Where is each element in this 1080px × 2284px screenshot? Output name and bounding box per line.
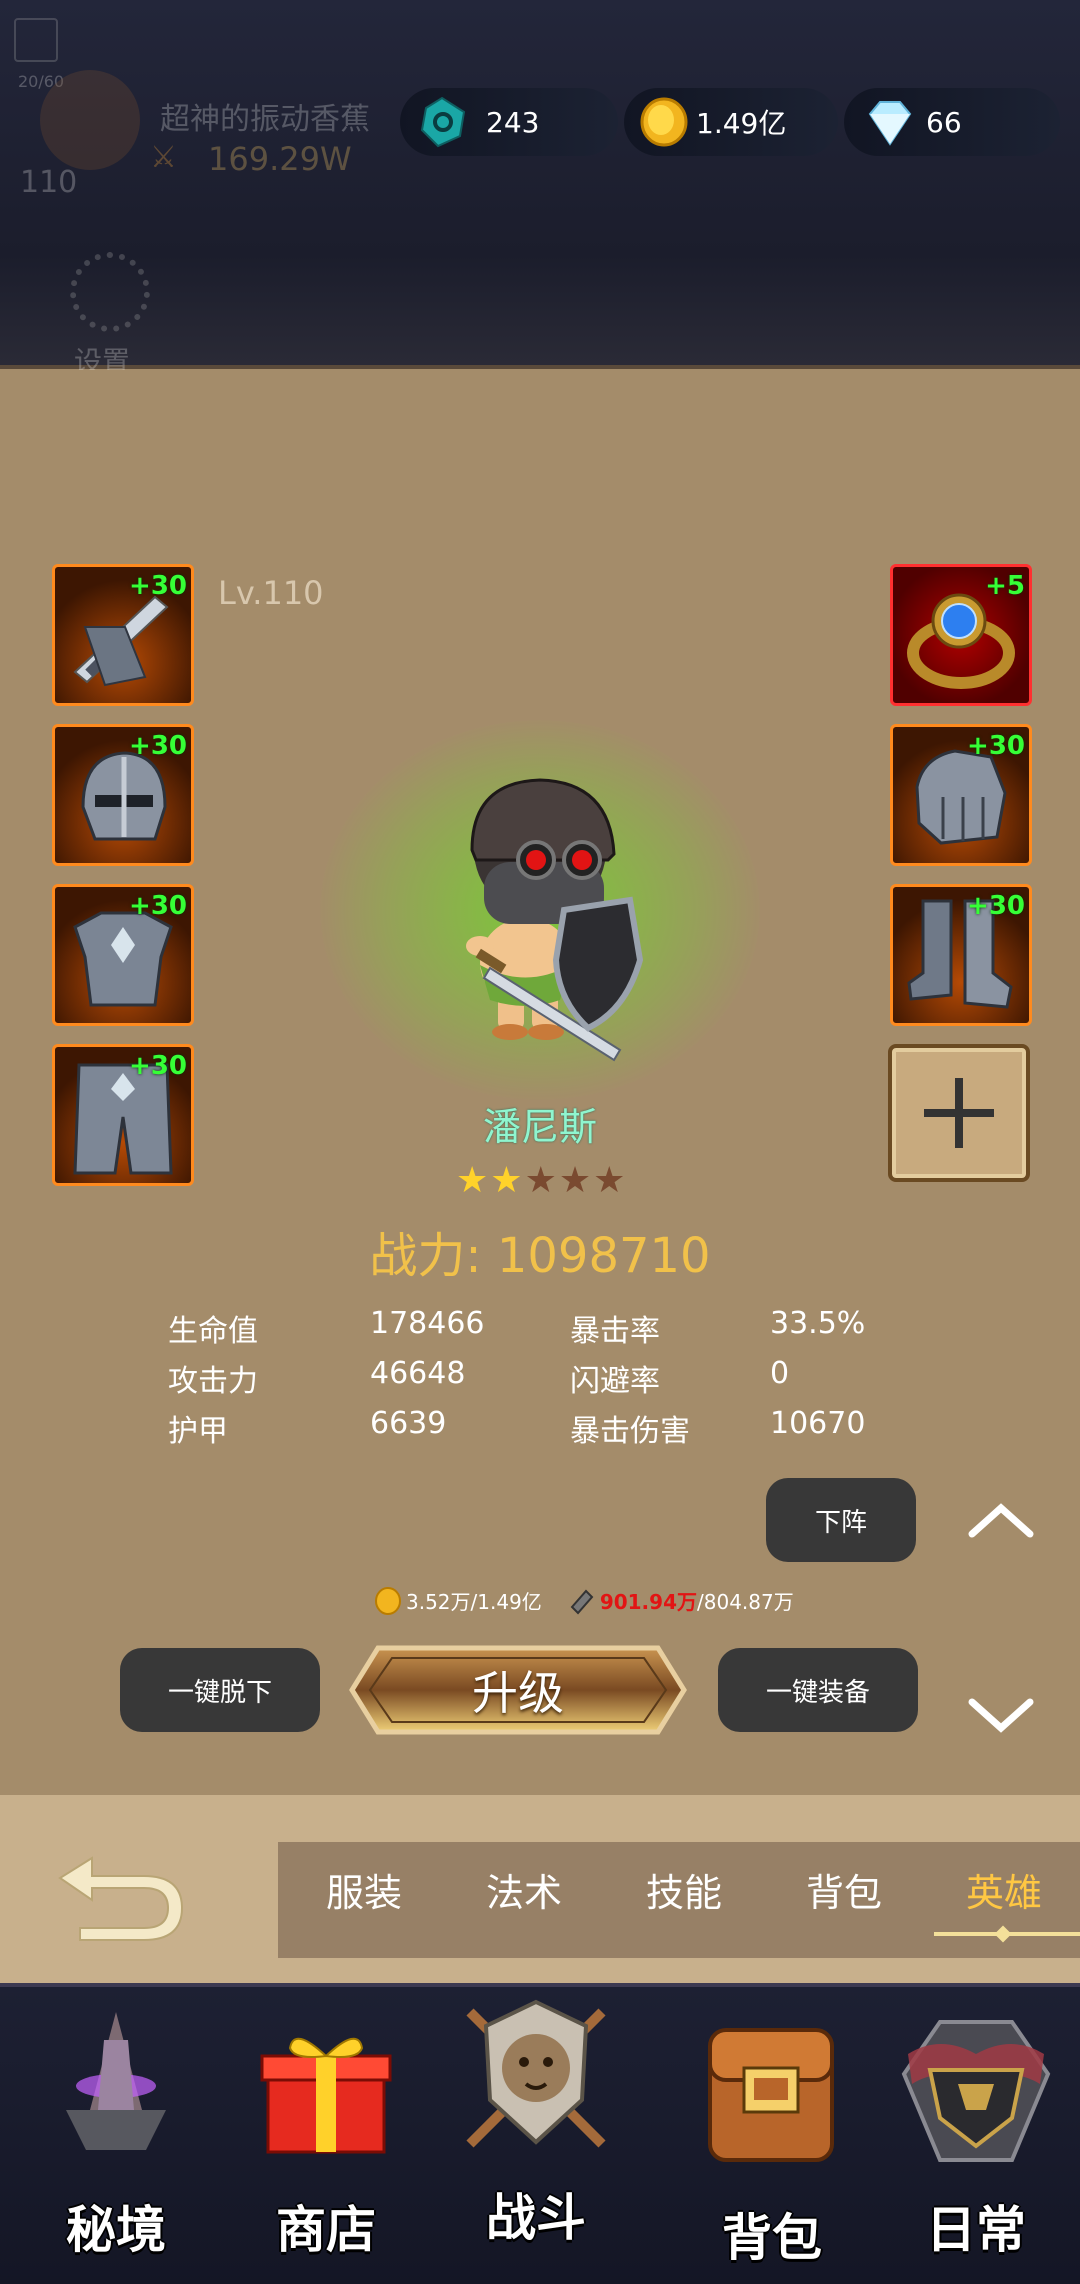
- resource-diamond[interactable]: 66: [844, 88, 1060, 156]
- daily-emblem-icon: [901, 2020, 1051, 2162]
- chevron-up-icon[interactable]: [966, 1500, 1036, 1540]
- avatar[interactable]: [40, 70, 140, 170]
- stat-label: 暴击伤害: [570, 1414, 690, 1449]
- tab-hero[interactable]: 英雄: [966, 1862, 1042, 1917]
- nav-item-daily[interactable]: 日常: [886, 2000, 1066, 2270]
- backpack-icon: [708, 2028, 834, 2162]
- resource-crystal[interactable]: 243: [400, 88, 618, 156]
- diamond-count: 66: [926, 105, 962, 139]
- stat-value: 6639: [370, 1406, 447, 1441]
- nav-label: 商店: [276, 2201, 376, 2259]
- hero-name: 潘尼斯: [482, 1105, 597, 1149]
- stat-value: 10670: [770, 1406, 866, 1441]
- nav-label: 秘境: [66, 2201, 166, 2259]
- player-power: 169.29W: [208, 140, 352, 178]
- unequip-all-button[interactable]: 一键脱下: [120, 1648, 320, 1732]
- stat-value: 46648: [370, 1356, 466, 1391]
- star-rating: ★ ★ ★ ★ ★: [456, 1160, 625, 1201]
- nav-item-shop[interactable]: 商店: [236, 2000, 416, 2270]
- nav-item-backpack[interactable]: 背包: [682, 2000, 862, 2270]
- swords-icon: ⚔: [150, 140, 177, 175]
- stat-value: 178466: [370, 1306, 485, 1341]
- secret-realm-icon: [66, 2012, 166, 2150]
- stat-label: 攻击力: [168, 1364, 258, 1399]
- material-need: /804.87万: [697, 1590, 794, 1614]
- hero-character[interactable]: [420, 750, 650, 1070]
- upgrade-cost: 3.52万/1.49亿 901.94万 /804.87万: [374, 1586, 794, 1615]
- menu-icon[interactable]: [14, 18, 58, 62]
- star-icon-empty: ★: [558, 1160, 592, 1201]
- gear-icon[interactable]: [70, 252, 150, 332]
- enhance-level: +30: [129, 1051, 187, 1081]
- player-level: 110: [20, 165, 78, 200]
- nav-label: 战斗: [486, 2189, 586, 2247]
- upgrade-button[interactable]: 升级: [348, 1640, 688, 1740]
- gold-count: 1.49亿: [696, 107, 787, 140]
- enhance-level: +30: [967, 891, 1025, 921]
- equip-slot-helmet[interactable]: +30: [52, 724, 194, 866]
- lion-crest-icon: [466, 1999, 606, 2148]
- top-bar: 20/60 110 超神的振动香蕉 ⚔ 169.29W 设置 243 1.49亿…: [0, 0, 1080, 378]
- enhance-level: +5: [985, 571, 1025, 601]
- tab-costume[interactable]: 服装: [326, 1862, 402, 1917]
- crystal-count: 243: [486, 105, 540, 139]
- material-icon: [570, 1589, 594, 1614]
- chevron-down-icon[interactable]: [966, 1696, 1036, 1736]
- unequip-hero-button[interactable]: 下阵: [766, 1478, 916, 1562]
- nav-item-secret-realm[interactable]: 秘境: [26, 2000, 206, 2270]
- stat-label: 暴击率: [570, 1314, 660, 1349]
- diamond-icon: [868, 101, 912, 146]
- enhance-level: +30: [967, 731, 1025, 761]
- tab-spell[interactable]: 法术: [486, 1862, 562, 1917]
- stat-label: 护甲: [168, 1414, 228, 1449]
- hero-level: Lv.110: [218, 574, 324, 612]
- gift-box-icon: [260, 2037, 392, 2154]
- equip-slot-armor[interactable]: +30: [52, 884, 194, 1026]
- star-icon-empty: ★: [593, 1160, 626, 1201]
- material-have: 901.94万: [599, 1590, 697, 1614]
- resource-gold[interactable]: 1.49亿: [624, 88, 838, 156]
- stat-value: 0: [770, 1356, 790, 1391]
- equip-slot-weapon[interactable]: +30: [52, 564, 194, 706]
- nav-label: 日常: [926, 2201, 1026, 2259]
- gold-coin-icon: [640, 97, 688, 147]
- nav-label: 背包: [722, 2209, 822, 2267]
- gold-cost-text: 3.52万/1.49亿: [406, 1590, 542, 1614]
- equip-slot-ring[interactable]: +5: [890, 564, 1032, 706]
- tab-bag[interactable]: 背包: [806, 1862, 882, 1917]
- star-icon-filled: ★: [490, 1160, 523, 1201]
- combat-power: 战力: 1098710: [369, 1228, 711, 1284]
- stat-label: 生命值: [168, 1314, 258, 1349]
- stat-label: 闪避率: [570, 1364, 660, 1399]
- crystal-icon: [420, 96, 466, 148]
- upgrade-label: 升级: [472, 1666, 564, 1720]
- back-arrow-icon[interactable]: [52, 1838, 192, 1948]
- nav-item-battle[interactable]: 战斗: [446, 1992, 626, 2272]
- player-name: 超神的振动香蕉: [160, 102, 370, 137]
- enhance-level: +30: [129, 731, 187, 761]
- stat-value: 33.5%: [770, 1306, 866, 1341]
- enhance-level: +30: [129, 571, 187, 601]
- star-icon-empty: ★: [524, 1160, 557, 1201]
- star-icon-filled: ★: [456, 1160, 489, 1201]
- enhance-level: +30: [129, 891, 187, 921]
- equip-slot-gauntlet[interactable]: +30: [890, 724, 1032, 866]
- tab-skill[interactable]: 技能: [646, 1862, 722, 1917]
- equip-all-button[interactable]: 一键装备: [718, 1648, 918, 1732]
- equip-slot-boots[interactable]: +30: [890, 884, 1032, 1026]
- gold-coin-icon: [375, 1586, 401, 1615]
